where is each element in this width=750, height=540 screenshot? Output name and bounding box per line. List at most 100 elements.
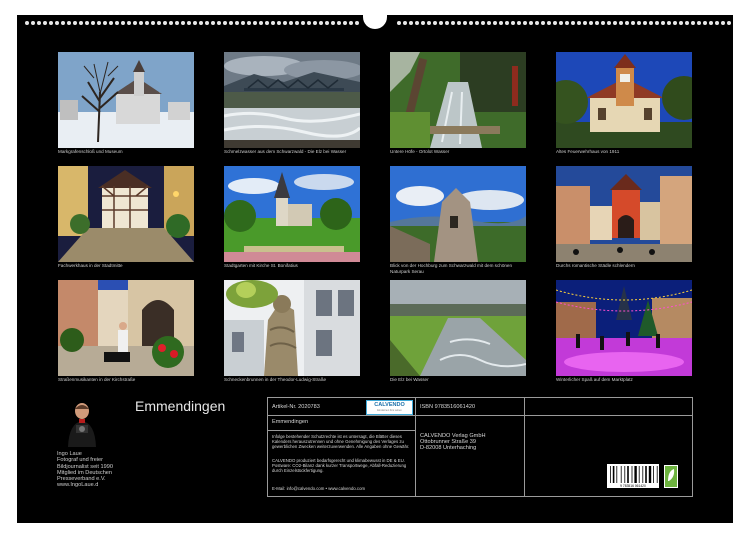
binding-ring <box>709 21 713 25</box>
binding-ring <box>337 21 341 25</box>
binding-ring <box>283 21 287 25</box>
binding-ring <box>601 21 605 25</box>
barcode-bar <box>624 466 626 483</box>
binding-ring <box>703 21 707 25</box>
contact-email: E-Mail: info@calvendo.com • www.calvendo… <box>272 486 366 491</box>
binding-ring <box>499 21 503 25</box>
photo-street-musician <box>58 280 194 376</box>
binding-ring <box>481 21 485 25</box>
binding-ring <box>661 21 665 25</box>
binding-ring <box>553 21 557 25</box>
binding-ring <box>589 21 593 25</box>
divider <box>268 415 692 416</box>
photo-caption: Fachwerkhaus in der Stadtmitte <box>58 263 123 268</box>
binding-ring <box>43 21 47 25</box>
barcode-bar <box>648 466 652 483</box>
binding-ring <box>457 21 461 25</box>
binding-ring <box>265 21 269 25</box>
binding-ring <box>613 21 617 25</box>
binding-ring <box>85 21 89 25</box>
binding-ring <box>31 21 35 25</box>
production-notice: CALVENDO produziert bedarfsgerecht und k… <box>272 458 407 474</box>
publisher-line: D-82008 Unterhaching <box>420 445 477 451</box>
photo-caption: Markgrafenschloß und Museum <box>58 149 123 154</box>
article-number: Artikel-Nr. 2020783 <box>272 404 320 410</box>
binding-ring <box>619 21 623 25</box>
barcode-bar <box>612 466 615 483</box>
eco-badge <box>664 465 678 488</box>
photo-fire-station <box>556 52 692 148</box>
photo-old-town-gate <box>556 166 692 262</box>
binding-ring <box>313 21 317 25</box>
binding-ring <box>241 21 245 25</box>
calendar-title: Emmendingen <box>135 398 226 414</box>
binding-ring <box>547 21 551 25</box>
photo-caption: Winterlicher Spaß auf dem Marktplatz <box>556 377 633 382</box>
binding-ring <box>535 21 539 25</box>
barcode-bar <box>642 466 644 483</box>
binding-ring <box>421 21 425 25</box>
binding-ring <box>307 21 311 25</box>
binding-ring <box>55 21 59 25</box>
binding-ring <box>151 21 155 25</box>
binding-ring <box>565 21 569 25</box>
photo-fountain-statue <box>224 280 360 376</box>
photo-river-meadow <box>390 280 526 376</box>
binding-ring <box>253 21 257 25</box>
binding-ring <box>109 21 113 25</box>
binding-ring <box>643 21 647 25</box>
binding-ring <box>91 21 95 25</box>
binding-ring <box>229 21 233 25</box>
binding-ring <box>583 21 587 25</box>
binding-ring <box>271 21 275 25</box>
photo-caption: Blick von der Hochburg zum Schwarzwald m… <box>390 263 513 274</box>
binding-ring <box>679 21 683 25</box>
binding-ring <box>493 21 497 25</box>
binding-ring <box>517 21 521 25</box>
binding-ring <box>595 21 599 25</box>
binding-ring <box>73 21 77 25</box>
binding-ring <box>355 21 359 25</box>
photo-ice-rink <box>556 280 692 376</box>
photo-ruin-view <box>390 166 526 262</box>
binding-ring <box>445 21 449 25</box>
binding-ring <box>559 21 563 25</box>
legal-notice: Infolge bestehender Schutzrechte ist es … <box>272 434 410 450</box>
binding-ring <box>49 21 53 25</box>
barcode-bar <box>627 466 629 483</box>
binding-ring <box>79 21 83 25</box>
binding-ring <box>205 21 209 25</box>
photo-caption: Schneckenbrunnen in der Theodor-Ludwig-S… <box>224 377 327 382</box>
binding-ring <box>667 21 671 25</box>
binding-ring <box>295 21 299 25</box>
binding-ring <box>349 21 353 25</box>
binding-ring <box>157 21 161 25</box>
binding-ring <box>163 21 167 25</box>
calvendo-logo: CALVENDO Emotionen fürs Leben <box>366 400 413 415</box>
binding-ring <box>67 21 71 25</box>
binding-ring <box>169 21 173 25</box>
binding-ring <box>451 21 455 25</box>
binding-ring <box>319 21 323 25</box>
binding-ring <box>523 21 527 25</box>
barcode-bar <box>653 466 654 483</box>
photo-caption: Schmelzwasser aus dem Schwarzwald - Die … <box>224 149 347 154</box>
divider <box>415 398 416 496</box>
binding-ring <box>505 21 509 25</box>
binding-ring <box>331 21 335 25</box>
binding-ring <box>127 21 131 25</box>
binding-ring <box>235 21 239 25</box>
isbn: ISBN 9783516061420 <box>420 404 476 410</box>
binding-ring <box>199 21 203 25</box>
binding-ring <box>103 21 107 25</box>
binding-ring <box>631 21 635 25</box>
binding-ring <box>121 21 125 25</box>
binding-ring <box>247 21 251 25</box>
divider <box>524 398 525 496</box>
barcode-bar <box>634 466 637 483</box>
binding-ring <box>25 21 29 25</box>
binding-ring <box>433 21 437 25</box>
binding-ring <box>181 21 185 25</box>
binding-ring <box>223 21 227 25</box>
author-website: www.IngoLaue.d <box>57 482 99 489</box>
